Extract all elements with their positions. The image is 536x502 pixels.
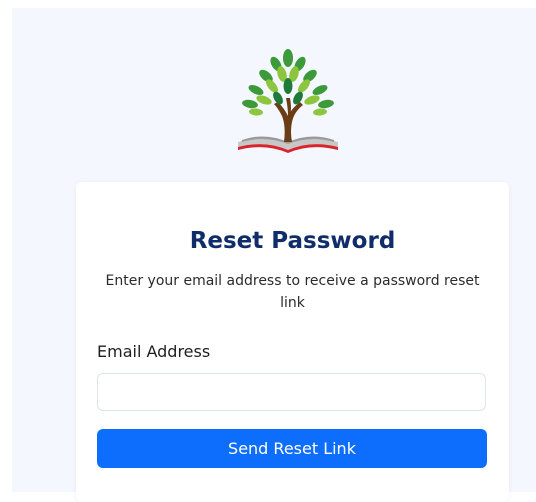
email-label: Email Address (97, 342, 211, 361)
page-title: Reset Password (189, 228, 396, 254)
email-field[interactable] (97, 373, 486, 411)
send-reset-link-button[interactable]: Send Reset Link (97, 429, 487, 468)
tree-book-logo-icon (230, 46, 346, 162)
reset-password-card: Reset Password Enter your email address … (76, 182, 509, 502)
instructions-text: Enter your email address to receive a pa… (105, 273, 480, 311)
